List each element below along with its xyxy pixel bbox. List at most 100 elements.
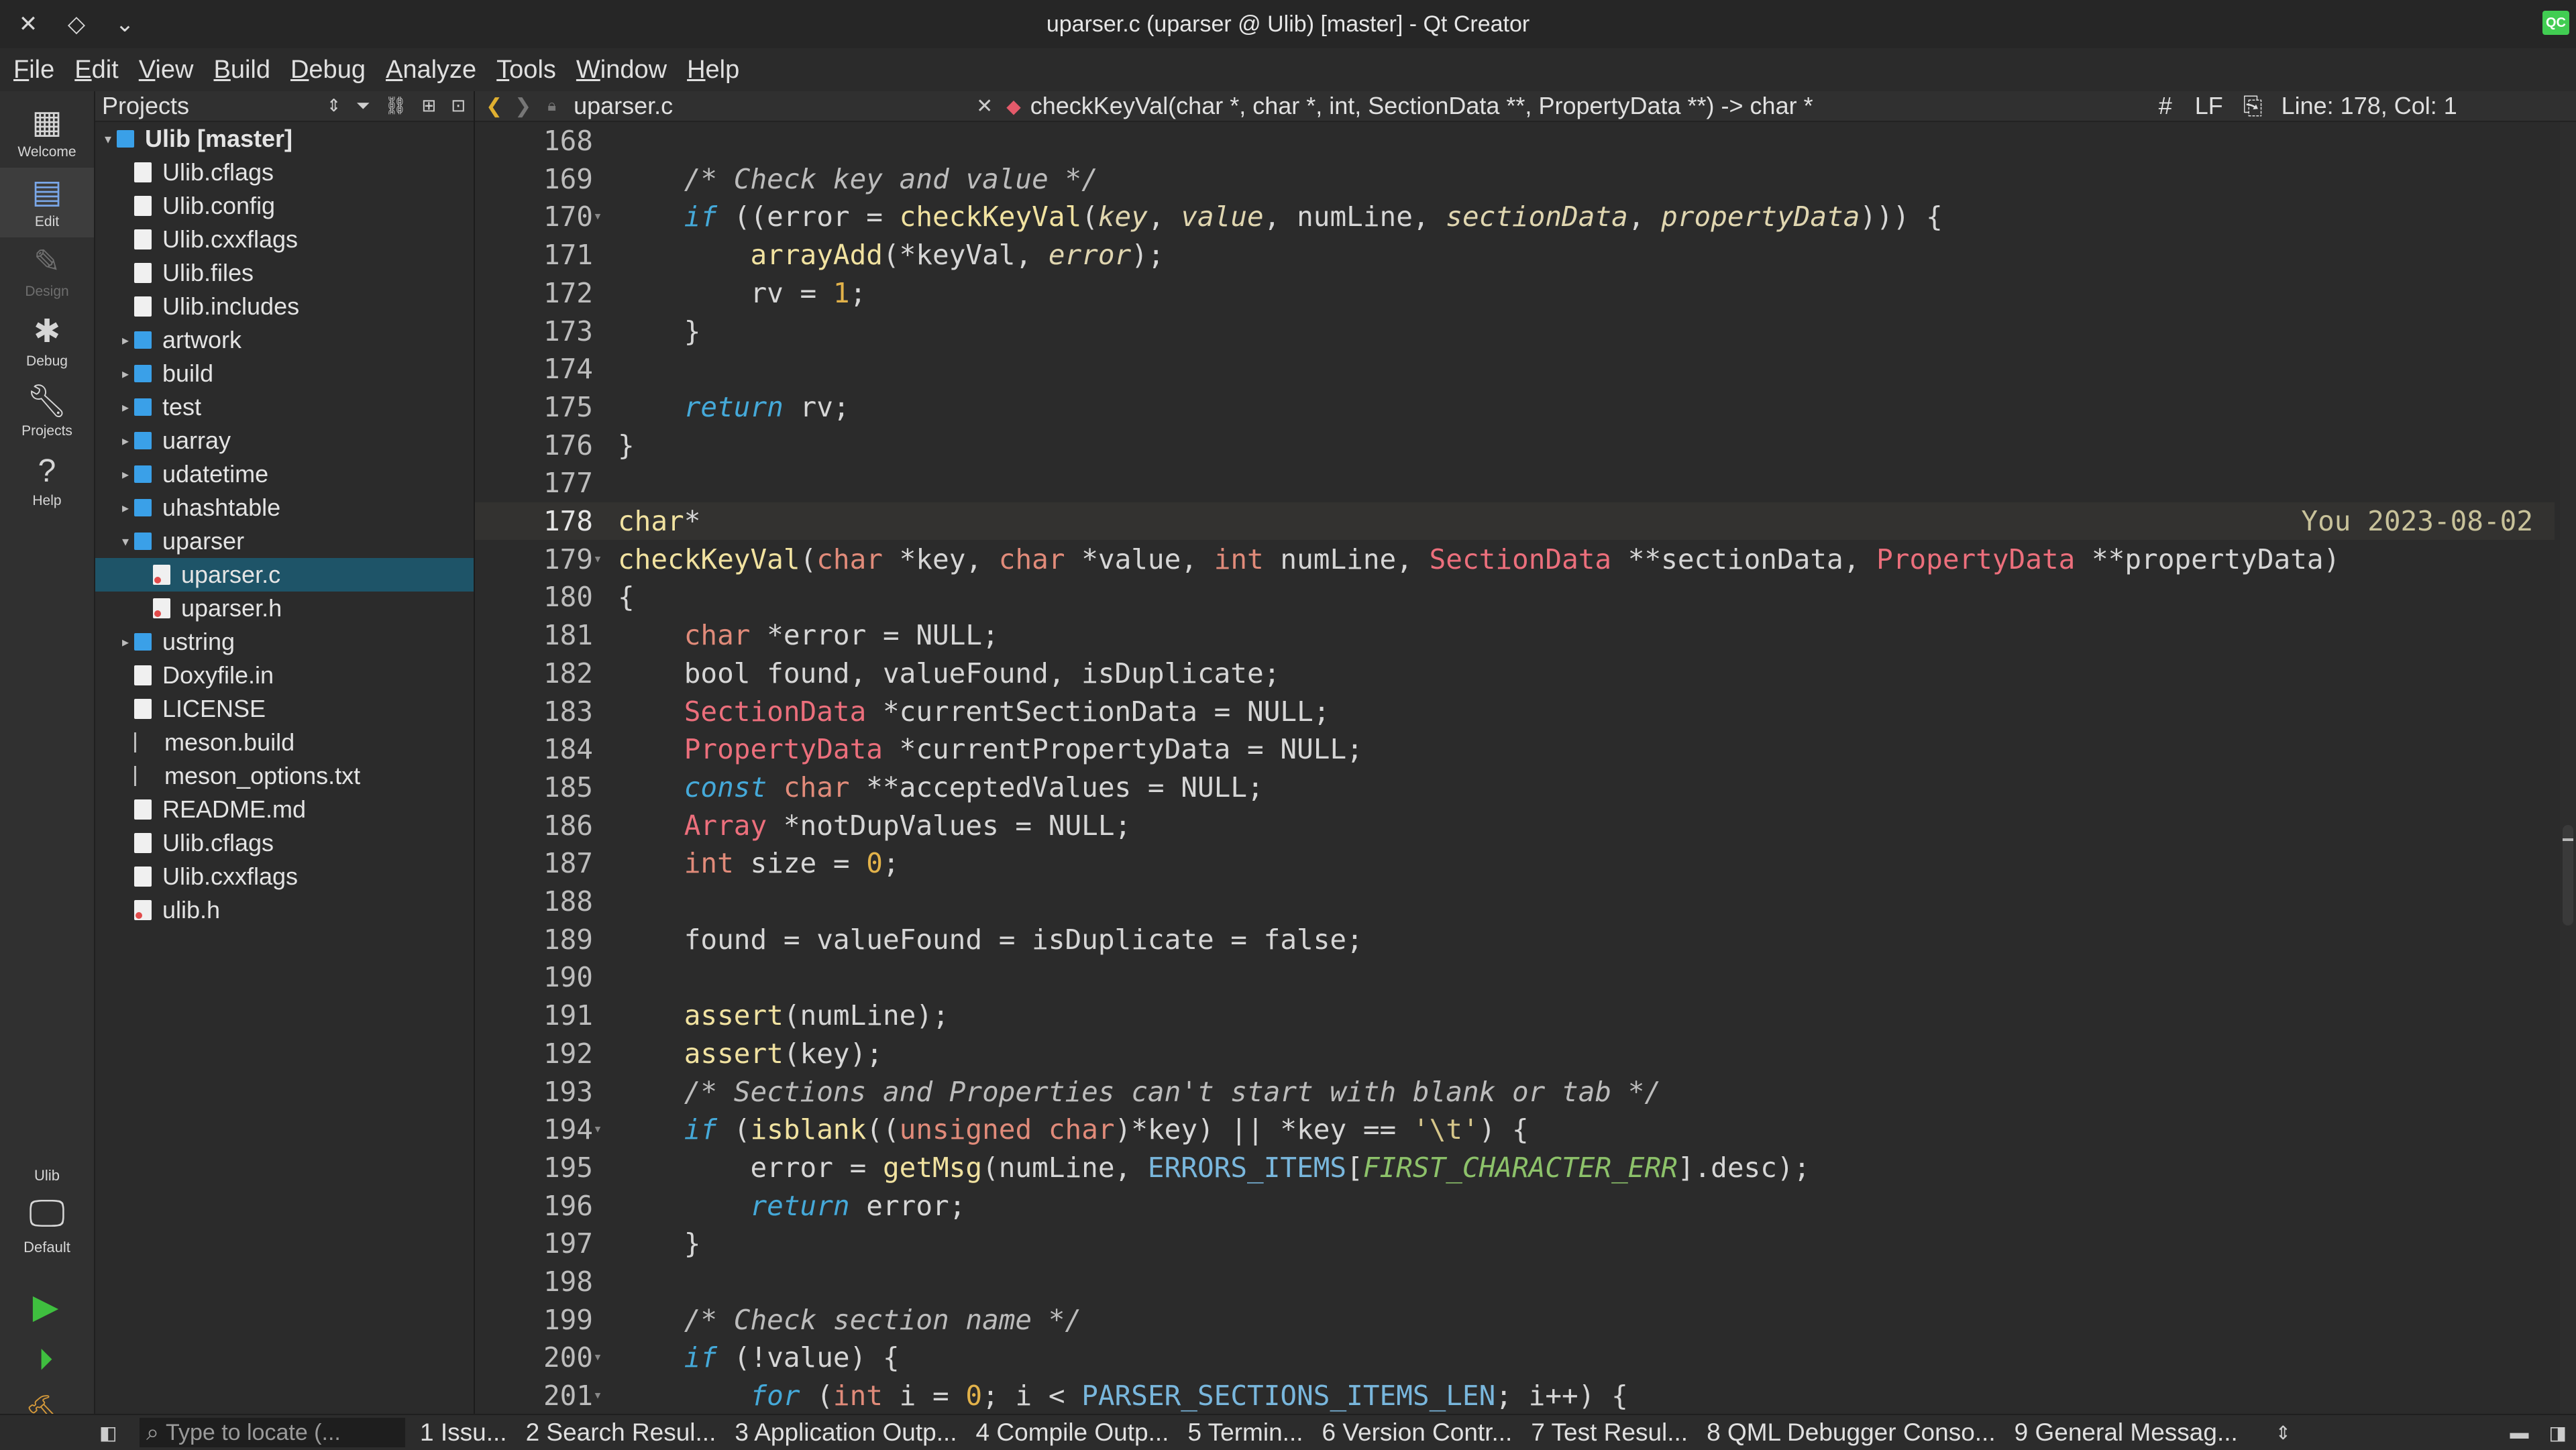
updown-arrows-icon[interactable]: ⇕ [327,95,341,117]
chevron-right-icon[interactable]: ▸ [117,366,134,382]
code-line[interactable]: 171 arrayAdd(*keyVal, error); [475,236,2555,274]
tree-file-item[interactable]: Doxyfile.in [95,659,474,692]
code-line[interactable]: 181 char *error = NULL; [475,616,2555,654]
debug-run-button[interactable]: ⏵︎ [25,1340,66,1380]
output-pane-tab[interactable]: 9 General Messag... [2015,1418,2238,1447]
menu-window[interactable]: Window [576,56,667,85]
code-line[interactable]: 169 /* Check key and value */ [475,160,2555,198]
code-line[interactable]: 186 Array *notDupValues = NULL; [475,807,2555,844]
code-line[interactable]: 179 ▾ checkKeyVal(char *key, char *value, … [475,541,2555,578]
tree-file-item[interactable]: README.md [95,793,474,826]
code-line[interactable]: 180 { [475,578,2555,616]
menu-edit[interactable]: Edit [74,56,119,85]
tree-file-item[interactable]: meson.build [95,726,474,759]
fold-marker-icon[interactable]: ▾ [588,1339,608,1376]
tree-file-item[interactable]: Ulib.cxxflags [95,223,474,256]
code-line[interactable]: 191 assert(numLine); [475,997,2555,1034]
hash-indicator[interactable]: # [2159,92,2172,120]
chevron-right-icon[interactable]: ▸ [117,466,134,483]
code-view[interactable]: 168 169 /* Check key and value */170 ▾ if … [475,122,2568,1414]
tree-folder-item[interactable]: ▾ Ulib [master] [95,122,474,156]
output-pane-tab[interactable]: 2 Search Resul... [526,1418,716,1447]
open-documents-combo[interactable]: uparser.c [574,92,976,120]
code-line[interactable]: 195 error = getMsg(numLine, ERRORS_ITEMS… [475,1149,2555,1186]
tree-folder-item[interactable]: ▸ test [95,390,474,424]
close-window-icon[interactable]: ✕ [13,9,43,39]
output-pane-tab[interactable]: 7 Test Resul... [1531,1418,1688,1447]
kit-selector[interactable]: Ulib 🖵︎ Default [0,1167,94,1256]
locator-input[interactable]: ⌕ Type to locate (... [140,1418,405,1447]
keep-above-icon[interactable]: ◇ [62,9,91,39]
window-menu-chevron-icon[interactable]: ⌄ [110,9,140,39]
menu-help[interactable]: Help [687,56,739,85]
code-line[interactable]: 184 PropertyData *currentPropertyData = … [475,730,2555,768]
tree-folder-item[interactable]: ▾ uparser [95,524,474,558]
tree-file-item[interactable]: uparser.c [95,558,474,592]
output-pane-tab[interactable]: 8 QML Debugger Conso... [1707,1418,1996,1447]
mode-help[interactable]: ? Help [0,447,94,516]
output-pane-tab[interactable]: 1 Issu... [420,1418,507,1447]
code-line[interactable]: 201 ▾ for (int i = 0; i < PARSER_SECTIONS… [475,1377,2555,1414]
code-line[interactable]: 173 } [475,313,2555,350]
code-line[interactable]: 193 /* Sections and Properties can't sta… [475,1073,2555,1111]
menu-build[interactable]: Build [213,56,270,85]
code-line[interactable]: 190 [475,958,2555,996]
line-ending-indicator[interactable]: LF [2195,92,2223,120]
output-pane-tab[interactable]: 6 Version Contr... [1322,1418,1513,1447]
code-line[interactable]: 178 char* You 2023-08-02 [475,502,2555,540]
code-line[interactable]: 198 [475,1263,2555,1300]
chevron-right-icon[interactable]: ▸ [117,332,134,349]
split-icon[interactable]: ⊞ [421,95,436,117]
mode-welcome[interactable]: ▦ Welcome [0,98,94,168]
menu-view[interactable]: View [139,56,194,85]
menu-file[interactable]: File [13,56,54,85]
code-line[interactable]: 196 return error; [475,1187,2555,1225]
code-line[interactable]: 182 bool found, valueFound, isDuplicate; [475,655,2555,692]
chevron-right-icon[interactable]: ▸ [117,500,134,516]
mode-projects[interactable]: 🔧︎ Projects [0,377,94,447]
chevron-right-icon[interactable]: ▸ [117,433,134,449]
toggle-right-sidebar-icon[interactable]: ◨ [2549,1422,2567,1444]
chevron-down-icon[interactable]: ▾ [99,131,117,148]
tree-file-item[interactable]: Ulib.cflags [95,156,474,189]
tree-file-item[interactable]: uparser.h [95,592,474,625]
tree-folder-item[interactable]: ▸ build [95,357,474,390]
more-tabs-arrows-icon[interactable]: ⇕ [2275,1422,2291,1444]
code-line[interactable]: 189 found = valueFound = isDuplicate = f… [475,921,2555,958]
encoding-icon[interactable]: ⎘ [2243,92,2263,121]
fold-marker-icon[interactable]: ▾ [588,1111,608,1148]
tree-file-item[interactable]: Ulib.files [95,256,474,290]
code-line[interactable]: 187 int size = 0; [475,844,2555,882]
tree-file-item[interactable]: Ulib.cflags [95,826,474,860]
chevron-down-icon[interactable]: ▾ [117,533,134,550]
cursor-position[interactable]: Line: 178, Col: 1 [2282,92,2457,120]
run-button[interactable]: ▶ [25,1286,66,1327]
code-line[interactable]: 170 ▾ if ((error = checkKeyVal(key, value… [475,198,2555,235]
tree-folder-item[interactable]: ▸ uarray [95,424,474,457]
fold-marker-icon[interactable]: ▾ [588,198,608,235]
tree-file-item[interactable]: ulib.h [95,893,474,927]
close-panel-icon[interactable]: ⊡ [451,95,466,117]
tree-folder-item[interactable]: ▸ uhashtable [95,491,474,524]
link-icon[interactable]: ⛓ [384,95,407,117]
fold-marker-icon[interactable]: ▾ [588,541,608,578]
menu-analyze[interactable]: Analyze [386,56,476,85]
code-line[interactable]: 177 [475,464,2555,502]
code-line[interactable]: 200 ▾ if (!value) { [475,1339,2555,1376]
menu-tools[interactable]: Tools [496,56,556,85]
code-line[interactable]: 194 ▾ if (isblank((unsigned char)*key) ||… [475,1111,2555,1148]
fold-marker-icon[interactable]: ▾ [588,1377,608,1414]
back-arrow-icon[interactable]: ❮ [486,95,502,118]
symbol-combo[interactable]: checkKeyVal(char *, char *, int, Section… [1030,92,2159,120]
toggle-sidebar-icon[interactable]: ◧ [99,1422,140,1444]
code-line[interactable]: 176} [475,427,2555,464]
code-line[interactable]: 192 assert(key); [475,1035,2555,1072]
tree-folder-item[interactable]: ▸ ustring [95,625,474,659]
output-pane-tab[interactable]: 4 Compile Outp... [976,1418,1169,1447]
mode-edit[interactable]: ▤ Edit [0,168,94,237]
tree-file-item[interactable]: Ulib.cxxflags [95,860,474,893]
tree-file-item[interactable]: meson_options.txt [95,759,474,793]
output-pane-tab[interactable]: 5 Termin... [1187,1418,1303,1447]
code-line[interactable]: 199 /* Check section name */ [475,1301,2555,1339]
close-document-icon[interactable]: ✕ [976,95,993,118]
